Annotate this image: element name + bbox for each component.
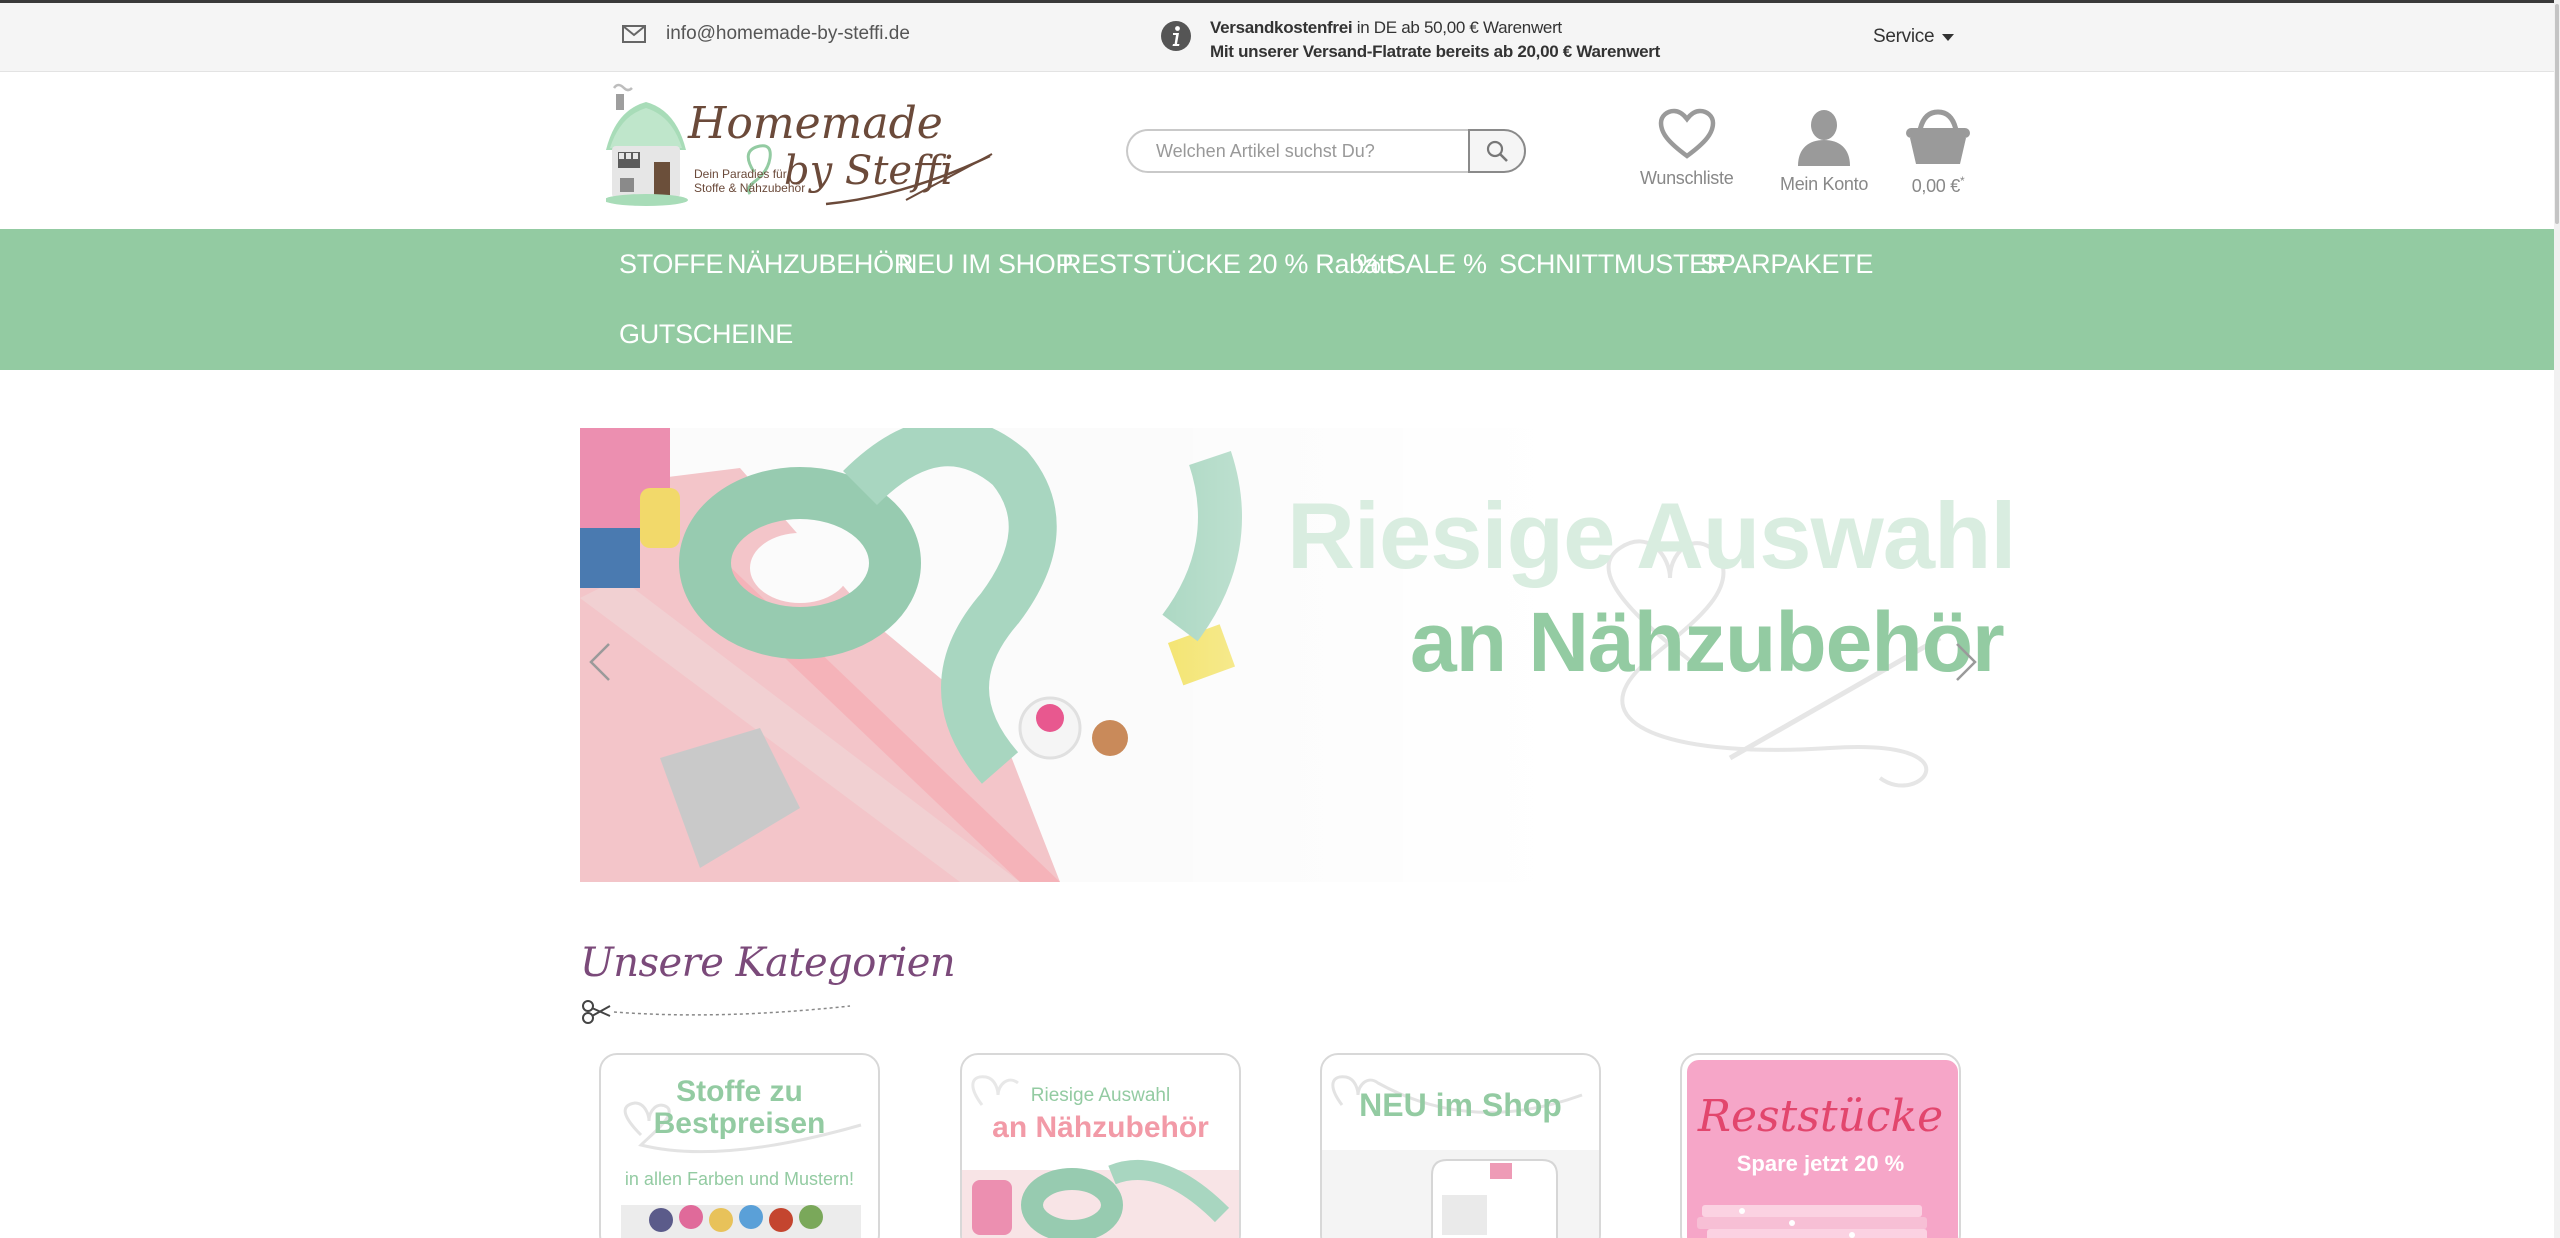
chevron-down-icon: [1942, 33, 1955, 41]
category-card-naehzubehoer-title2: an Nähzubehör: [992, 1111, 1209, 1144]
nav-item-reststuecke[interactable]: RESTSTÜCKE 20 % Rabatt: [1062, 249, 1393, 280]
wishlist-label[interactable]: Wunschliste: [1640, 168, 1734, 189]
category-card-stoffe-title1: Stoffe zu: [676, 1075, 803, 1108]
contact-email[interactable]: info@homemade-by-steffi.de: [622, 23, 910, 45]
slide-headline-1: Riesige Auswahl: [1287, 483, 2017, 588]
nav-item-gutscheine[interactable]: GUTSCHEINE: [619, 319, 793, 350]
basket-icon: [1906, 109, 1970, 164]
mail-icon: [622, 25, 646, 43]
logo-tagline-2: Stoffe & Nähzubehör: [694, 181, 805, 195]
search-bar: Welchen Artikel suchst Du?: [1126, 129, 1526, 173]
scissors-icon: [582, 1000, 611, 1024]
logo-tagline-1: Dein Paradies für: [694, 167, 787, 181]
chevron-right-icon[interactable]: [1953, 640, 1979, 684]
category-card-reststuecke-image: [1687, 1060, 1958, 1238]
category-card-neu-title: NEU im Shop: [1359, 1087, 1562, 1123]
logo-wordmark-by-steffi: by Steffi: [784, 148, 953, 194]
category-card-stoffe-title2: Bestpreisen: [653, 1107, 826, 1140]
shipping-threshold: in DE ab 50,00 € Warenwert: [1352, 18, 1562, 37]
nav-item-neu-im-shop[interactable]: NEU IM SHOP: [898, 249, 1074, 280]
shipping-info: Versandkostenfrei in DE ab 50,00 € Waren…: [1160, 16, 1660, 64]
heart-icon: [1658, 108, 1715, 159]
nav-item-schnittmuster[interactable]: SCHNITTMUSTER: [1499, 249, 1726, 280]
slide-headline-2: an Nähzubehör: [1410, 595, 2005, 689]
nav-item-naehzubehoer[interactable]: NÄHZUBEHÖR: [727, 249, 913, 280]
house-icon: [606, 83, 688, 206]
category-card-naehzubehoer-image: [962, 1075, 1239, 1238]
nav-item-sale[interactable]: % SALE %: [1357, 249, 1487, 280]
cart-asterisk: *: [1959, 174, 1965, 188]
category-card-naehzubehoer[interactable]: Riesige Auswahl an Nähzubehör: [960, 1053, 1241, 1238]
search-icon: [1486, 140, 1508, 162]
categories-heading: Unsere Kategorien: [580, 940, 956, 986]
nav-item-sparpakete[interactable]: SPARPAKETE: [1700, 249, 1873, 280]
scissors-divider: [582, 1000, 851, 1024]
main-navigation: STOFFE NÄHZUBEHÖR NEU IM SHOP RESTSTÜCKE…: [0, 229, 2560, 370]
cart-amount[interactable]: 0,00 €: [1912, 176, 1961, 196]
category-card-neu-im-shop[interactable]: NEU im Shop: [1320, 1053, 1601, 1238]
cart-link[interactable]: 0,00 €*: [1904, 108, 1972, 197]
top-info-bar: info@homemade-by-steffi.de Versandkosten…: [0, 0, 2560, 72]
page-scrollbar[interactable]: [2554, 0, 2560, 1238]
service-label[interactable]: Service: [1873, 26, 1935, 48]
user-icon: [1798, 110, 1851, 166]
category-card-reststuecke-title: Reststücke: [1697, 1091, 1944, 1142]
shop-logo[interactable]: Homemade by Steffi Dein Paradies für Sto…: [606, 80, 996, 212]
info-icon: [1161, 21, 1191, 51]
shipping-flatrate: Mit unserer Versand-Flatrate bereits ab …: [1210, 42, 1660, 61]
account-link[interactable]: Mein Konto: [1780, 108, 1868, 195]
service-dropdown[interactable]: Service: [1873, 26, 1955, 48]
category-card-neu-image: [1322, 1075, 1599, 1238]
nav-item-stoffe[interactable]: STOFFE: [619, 249, 724, 280]
category-card-reststuecke[interactable]: Reststücke Spare jetzt 20 %: [1680, 1053, 1961, 1238]
category-card-stoffe[interactable]: Stoffe zu Bestpreisen in allen Farben un…: [599, 1053, 880, 1238]
cart-total[interactable]: 0,00 €*: [1912, 174, 1965, 197]
search-placeholder: Welchen Artikel suchst Du?: [1156, 140, 1375, 161]
category-card-naehzubehoer-title1: Riesige Auswahl: [1030, 1085, 1171, 1106]
wishlist-link[interactable]: Wunschliste: [1640, 108, 1734, 189]
chevron-left-icon[interactable]: [587, 640, 613, 684]
shipping-free-label: Versandkostenfrei: [1210, 18, 1353, 37]
contact-email-text[interactable]: info@homemade-by-steffi.de: [666, 23, 910, 45]
search-button[interactable]: [1468, 129, 1526, 173]
search-input[interactable]: Welchen Artikel suchst Du?: [1126, 129, 1470, 173]
account-label[interactable]: Mein Konto: [1780, 174, 1868, 195]
logo-wordmark-homemade: Homemade: [687, 98, 943, 149]
scrollbar-thumb[interactable]: [2555, 4, 2559, 224]
category-card-reststuecke-subtitle: Spare jetzt 20 %: [1736, 1151, 1905, 1176]
category-card-stoffe-subtitle: in allen Farben und Mustern!: [624, 1169, 855, 1189]
